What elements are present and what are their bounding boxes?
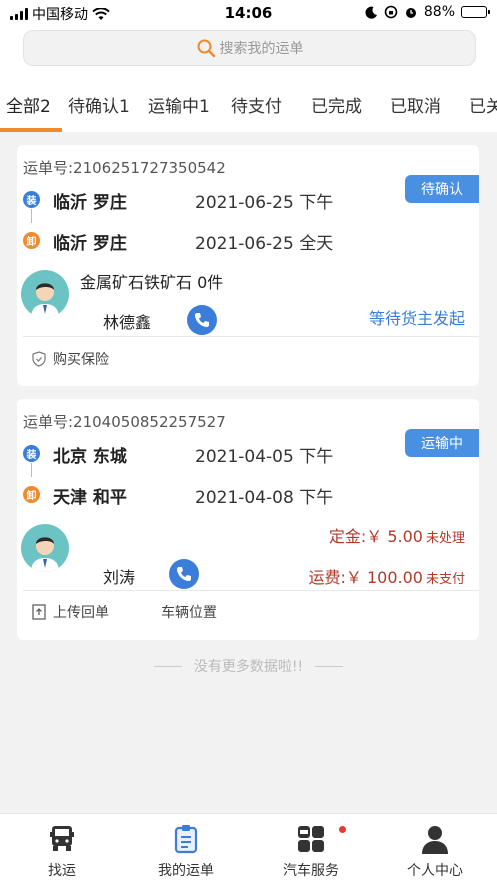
buy-insurance-button[interactable]: 购买保险 (31, 349, 109, 369)
driver-name: 林德鑫 (103, 313, 152, 332)
destination-place: 天津 和平 (53, 488, 127, 508)
tab-closed[interactable]: 已关 (469, 92, 497, 117)
shield-icon (32, 351, 46, 367)
order-status-text: 等待货主发起 (368, 309, 465, 328)
battery-percent: 88% (423, 4, 455, 20)
freight-status: 未支付 (425, 572, 465, 587)
phone-icon[interactable] (187, 305, 217, 335)
search-placeholder: 搜索我的运单 (219, 41, 304, 57)
origin-date: 2021-06-25 下午 (195, 193, 334, 213)
battery-icon (461, 6, 490, 18)
no-more-text: 没有更多数据啦!! (193, 659, 304, 675)
vehicle-location-button[interactable]: 车辆位置 (161, 602, 217, 622)
status-bar-right: 88% (365, 4, 490, 20)
destination-date: 2021-06-25 全天 (195, 234, 334, 254)
alarm-icon (405, 8, 416, 18)
notification-dot (339, 826, 346, 833)
vehicle-location-label: 车辆位置 (161, 605, 217, 621)
rotation-lock-icon (384, 5, 398, 19)
route-connector (31, 463, 32, 477)
nav-label: 个人中心 (407, 863, 463, 879)
card-divider (23, 336, 479, 337)
bottom-nav: 找运 我的运单 汽车服务 个人中心 (0, 813, 497, 883)
status-bar: 中国移动 14:06 88% (0, 0, 497, 26)
truck-icon (47, 824, 77, 854)
card-divider (23, 590, 479, 591)
no-more-data: 没有更多数据啦!! (0, 656, 497, 676)
nav-car-service[interactable]: 汽车服务 (249, 814, 373, 883)
status-badge: 运输中 (405, 429, 479, 457)
avatar (21, 270, 69, 318)
origin-place: 临沂 罗庄 (53, 193, 127, 213)
driver-name: 刘涛 (103, 568, 136, 587)
grid-icon (296, 824, 346, 854)
tab-pending-payment[interactable]: 待支付 (231, 92, 282, 117)
cargo-info: 金属矿石铁矿石 0件 (80, 273, 224, 292)
freight-fee: 运费:￥ 100.00 未支付 (309, 564, 465, 588)
origin-date: 2021-04-05 下午 (195, 447, 334, 467)
origin-place: 北京 东城 (53, 447, 127, 467)
deposit-status: 未处理 (425, 531, 465, 546)
search-input[interactable]: 搜索我的运单 (23, 30, 476, 66)
tab-pending-confirm[interactable]: 待确认1 (68, 92, 130, 117)
unload-icon: 卸 (23, 232, 40, 249)
nav-label: 汽车服务 (283, 863, 339, 879)
destination-date: 2021-04-08 下午 (195, 488, 334, 508)
upload-receipt-button[interactable]: 上传回单 (31, 602, 109, 622)
deposit-fee: 定金:￥ 5.00 未处理 (329, 523, 465, 547)
unload-row: 卸 (23, 232, 40, 249)
divider-line (315, 665, 344, 667)
divider-line (153, 665, 182, 667)
order-card[interactable]: 运单号:2106251727350542 待确认 装 临沂 罗庄 2021-06… (17, 145, 479, 386)
load-row: 装 (23, 191, 40, 208)
clipboard-icon (171, 824, 201, 854)
nav-profile[interactable]: 个人中心 (373, 814, 497, 883)
person-icon (420, 824, 450, 854)
waybill-number: 运单号:2104050852257527 (23, 413, 226, 431)
tab-all[interactable]: 全部2 (6, 92, 51, 117)
load-icon: 装 (23, 191, 40, 208)
waybill-number: 运单号:2106251727350542 (23, 159, 226, 177)
status-badge: 待确认 (405, 175, 479, 203)
upload-receipt-label: 上传回单 (53, 605, 109, 621)
moon-icon (365, 6, 377, 19)
nav-label: 找运 (48, 863, 76, 879)
route-connector (31, 209, 32, 223)
order-tabs: 全部2 待确认1 运输中1 待支付 已完成 已取消 已关 (0, 74, 497, 132)
nav-find-freight[interactable]: 找运 (0, 814, 124, 883)
nav-my-orders[interactable]: 我的运单 (124, 814, 248, 883)
freight-label: 运费:￥ 100.00 (308, 568, 423, 587)
unload-icon: 卸 (23, 486, 40, 503)
active-tab-indicator (0, 128, 62, 132)
search-icon (197, 39, 215, 58)
deposit-label: 定金:￥ 5.00 (328, 527, 423, 546)
buy-insurance-label: 购买保险 (53, 352, 109, 368)
phone-icon[interactable] (169, 559, 199, 589)
load-icon: 装 (23, 445, 40, 462)
load-row: 装 (23, 445, 40, 462)
unload-row: 卸 (23, 486, 40, 503)
upload-document-icon (32, 604, 46, 620)
nav-label: 我的运单 (158, 863, 214, 879)
tab-cancelled[interactable]: 已取消 (390, 92, 441, 117)
tab-completed[interactable]: 已完成 (311, 92, 362, 117)
order-card[interactable]: 运单号:2104050852257527 运输中 装 北京 东城 2021-04… (17, 399, 479, 640)
search-bar: 搜索我的运单 (0, 26, 497, 74)
tab-in-transit[interactable]: 运输中1 (148, 92, 210, 117)
avatar (21, 524, 69, 572)
destination-place: 临沂 罗庄 (53, 234, 127, 254)
